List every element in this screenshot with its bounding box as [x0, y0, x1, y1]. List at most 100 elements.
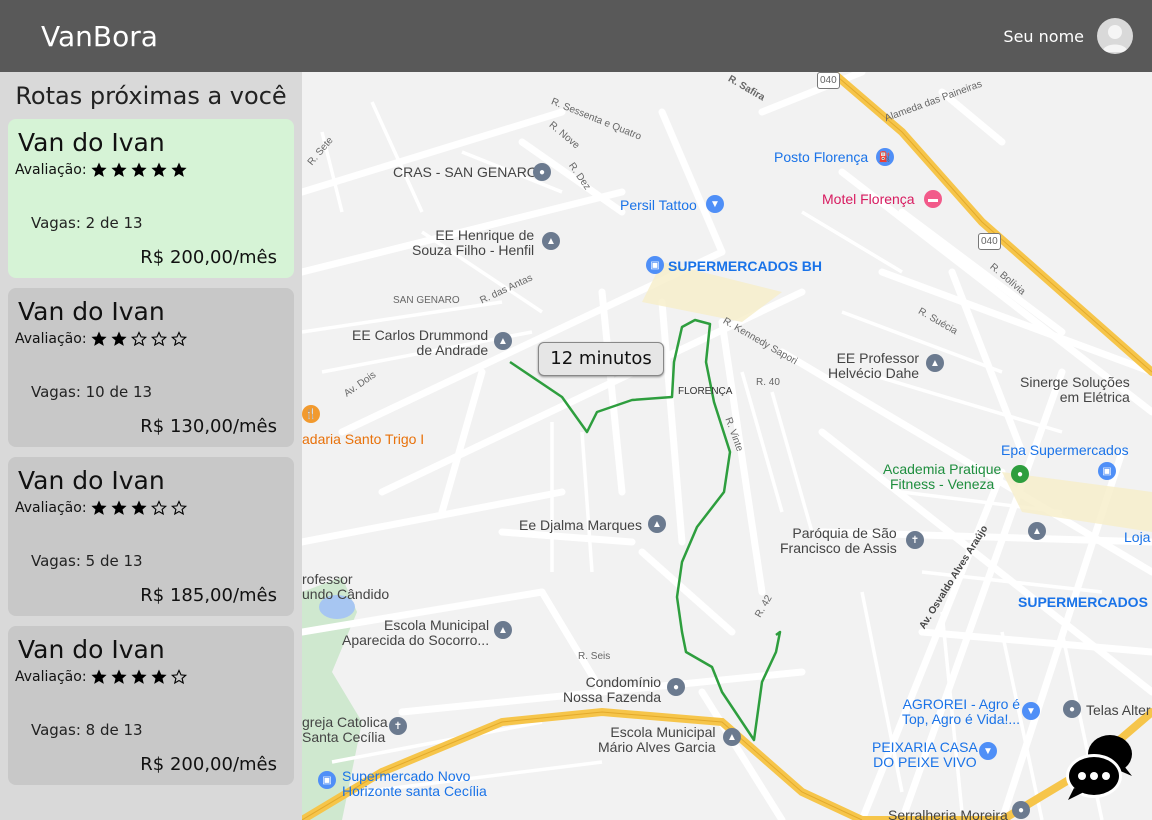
poi-supermercados-bh[interactable]: SUPERMERCADOS BH [668, 259, 822, 274]
route-name: Van do Ivan [18, 128, 165, 157]
star-filled-icon [130, 162, 147, 177]
restaurant-pin-icon[interactable]: 🍴 [302, 405, 320, 423]
star-filled-icon [150, 669, 167, 684]
routes-sidebar: Rotas próximas a você Van do Ivan Avaliaç… [0, 72, 302, 820]
top-bar: VanBora Seu nome [0, 0, 1152, 72]
school-pin-icon[interactable]: ▲ [648, 515, 666, 533]
route-price: R$ 185,00/mês [140, 585, 277, 606]
shop-pin-icon[interactable]: ▼ [706, 195, 724, 213]
poi-peixaria[interactable]: PEIXARIA CASA DO PEIXE VIVO [872, 740, 978, 770]
place-pin-icon[interactable]: ● [1012, 801, 1030, 819]
user-name[interactable]: Seu nome [1003, 27, 1084, 46]
star-filled-icon [90, 500, 107, 515]
rating-label: Avaliação: [15, 669, 87, 685]
street-r-40: R. 40 [756, 377, 780, 388]
chat-bubbles-icon[interactable] [1064, 732, 1134, 802]
poi-carlos[interactable]: EE Carlos Drummond de Andrade [352, 328, 488, 358]
cras-pin-icon[interactable]: ● [533, 163, 551, 181]
poi-telas[interactable]: Telas Alter [1086, 703, 1151, 718]
rating-label: Avaliação: [15, 162, 87, 178]
school-pin-icon[interactable]: ▲ [542, 232, 560, 250]
poi-escola-mario[interactable]: Escola Municipal Mário Alves Garcia [598, 725, 715, 755]
poi-persil[interactable]: Persil Tattoo [620, 198, 697, 213]
rating-label: Avaliação: [15, 331, 87, 347]
route-rating: Avaliação: [15, 330, 188, 348]
church-pin-icon[interactable]: ✝ [389, 717, 407, 735]
star-filled-icon [90, 162, 107, 177]
route-vagas: Vagas: 8 de 13 [31, 721, 143, 739]
route-name: Van do Ivan [18, 466, 165, 495]
route-name: Van do Ivan [18, 635, 165, 664]
poi-paroquia[interactable]: Paróquia de São Francisco de Assis [780, 526, 897, 556]
poi-igreja[interactable]: greja Catolica Santa Cecília [302, 715, 388, 745]
star-filled-icon [110, 500, 127, 515]
rating-stars [90, 499, 188, 517]
star-outline-icon [130, 331, 147, 347]
poi-djalma[interactable]: Ee Djalma Marques [519, 518, 642, 533]
street-r-seis: R. Seis [578, 651, 611, 662]
route-price: R$ 130,00/mês [140, 416, 277, 437]
star-outline-icon [150, 500, 167, 516]
poi-condominio[interactable]: Condomínio Nossa Fazenda [563, 675, 661, 705]
star-filled-icon [90, 669, 107, 684]
poi-agrorei[interactable]: AGROREI - Agro é Top, Agro é Vida!... [902, 697, 1020, 727]
poi-henrique[interactable]: EE Henrique de Souza Filho - Henfil [412, 228, 534, 258]
school-pin-icon[interactable]: ▲ [494, 621, 512, 639]
bed-pin-icon[interactable]: ▬ [924, 190, 942, 208]
poi-epa[interactable]: Epa Supermercados [1001, 443, 1129, 458]
route-card[interactable]: Van do Ivan Avaliação: Vagas: 10 de 13 R$ 1… [8, 288, 294, 447]
poi-padaria[interactable]: adaria Santo Trigo I [302, 432, 424, 447]
route-rating: Avaliação: [15, 668, 188, 686]
route-card[interactable]: Van do Ivan Avaliação: Vagas: 5 de 13 R$ 18… [8, 457, 294, 616]
star-outline-icon [150, 331, 167, 347]
star-filled-icon [130, 500, 147, 515]
poi-sinergie[interactable]: Sinerge Soluções em Elétrica [1020, 375, 1130, 405]
school-pin-icon[interactable]: ▲ [494, 332, 512, 350]
route-map[interactable]: CRAS - SAN GENARO ● Posto Florença ⛽ Mot… [302, 72, 1152, 820]
poi-serralheria[interactable]: Serralheria Moreira [888, 808, 1008, 820]
route-rating: Avaliação: [15, 499, 188, 517]
star-outline-icon [170, 331, 187, 347]
school-pin-icon[interactable]: ▲ [926, 354, 944, 372]
route-rating: Avaliação: [15, 161, 188, 179]
church-pin-icon[interactable]: ✝ [906, 531, 924, 549]
app-brand[interactable]: VanBora [41, 20, 158, 53]
shop-pin-icon[interactable]: ▼ [1022, 702, 1040, 720]
poi-helvecio[interactable]: EE Professor Helvécio Dahe [828, 351, 919, 381]
star-filled-icon [110, 162, 127, 177]
fitness-pin-icon[interactable]: ● [1011, 465, 1029, 483]
star-outline-icon [170, 669, 187, 685]
poi-cras[interactable]: CRAS - SAN GENARO [393, 165, 538, 180]
user-avatar-icon[interactable] [1097, 18, 1133, 54]
poi-motel[interactable]: Motel Florença [822, 192, 915, 207]
route-card[interactable]: Van do Ivan Avaliação: Vagas: 2 de 13 R$ 20… [8, 119, 294, 278]
school-pin-icon[interactable]: ▲ [1028, 522, 1046, 540]
star-filled-icon [110, 331, 127, 346]
school-pin-icon[interactable]: ▲ [723, 728, 741, 746]
highway-badge: 040 [978, 233, 1001, 250]
area-san-genaro: SAN GENARO [393, 295, 460, 306]
cart-pin-icon[interactable]: ▣ [318, 771, 336, 789]
cart-pin-icon[interactable]: ▣ [1098, 462, 1116, 480]
poi-supermercados-b[interactable]: SUPERMERCADOS B [1018, 595, 1152, 610]
poi-escola-aparecida[interactable]: Escola Municipal Aparecida do Socorro... [342, 618, 489, 648]
poi-supermercado-novo[interactable]: Supermercado Novo Horizonte santa Cecíli… [342, 769, 487, 799]
rating-stars [90, 161, 188, 179]
route-vagas: Vagas: 5 de 13 [31, 552, 143, 570]
star-filled-icon [130, 669, 147, 684]
poi-professor-candido[interactable]: rofessor undo Cândido [302, 572, 389, 602]
route-card[interactable]: Van do Ivan Avaliação: Vagas: 8 de 13 R$ 20… [8, 626, 294, 785]
place-pin-icon[interactable]: ● [667, 678, 685, 696]
route-vagas: Vagas: 10 de 13 [31, 383, 153, 401]
cart-pin-icon[interactable]: ▣ [646, 256, 664, 274]
shop-pin-icon[interactable]: ▼ [979, 742, 997, 760]
place-pin-icon[interactable]: ● [1063, 700, 1081, 718]
route-price: R$ 200,00/mês [140, 754, 277, 775]
poi-posto[interactable]: Posto Florença [774, 150, 868, 165]
rating-stars [90, 330, 188, 348]
star-outline-icon [170, 500, 187, 516]
poi-loja[interactable]: Loja [1124, 530, 1150, 545]
poi-academia[interactable]: Academia Pratique Fitness - Veneza [883, 462, 1001, 492]
star-filled-icon [110, 669, 127, 684]
fuel-pin-icon[interactable]: ⛽ [876, 148, 894, 166]
